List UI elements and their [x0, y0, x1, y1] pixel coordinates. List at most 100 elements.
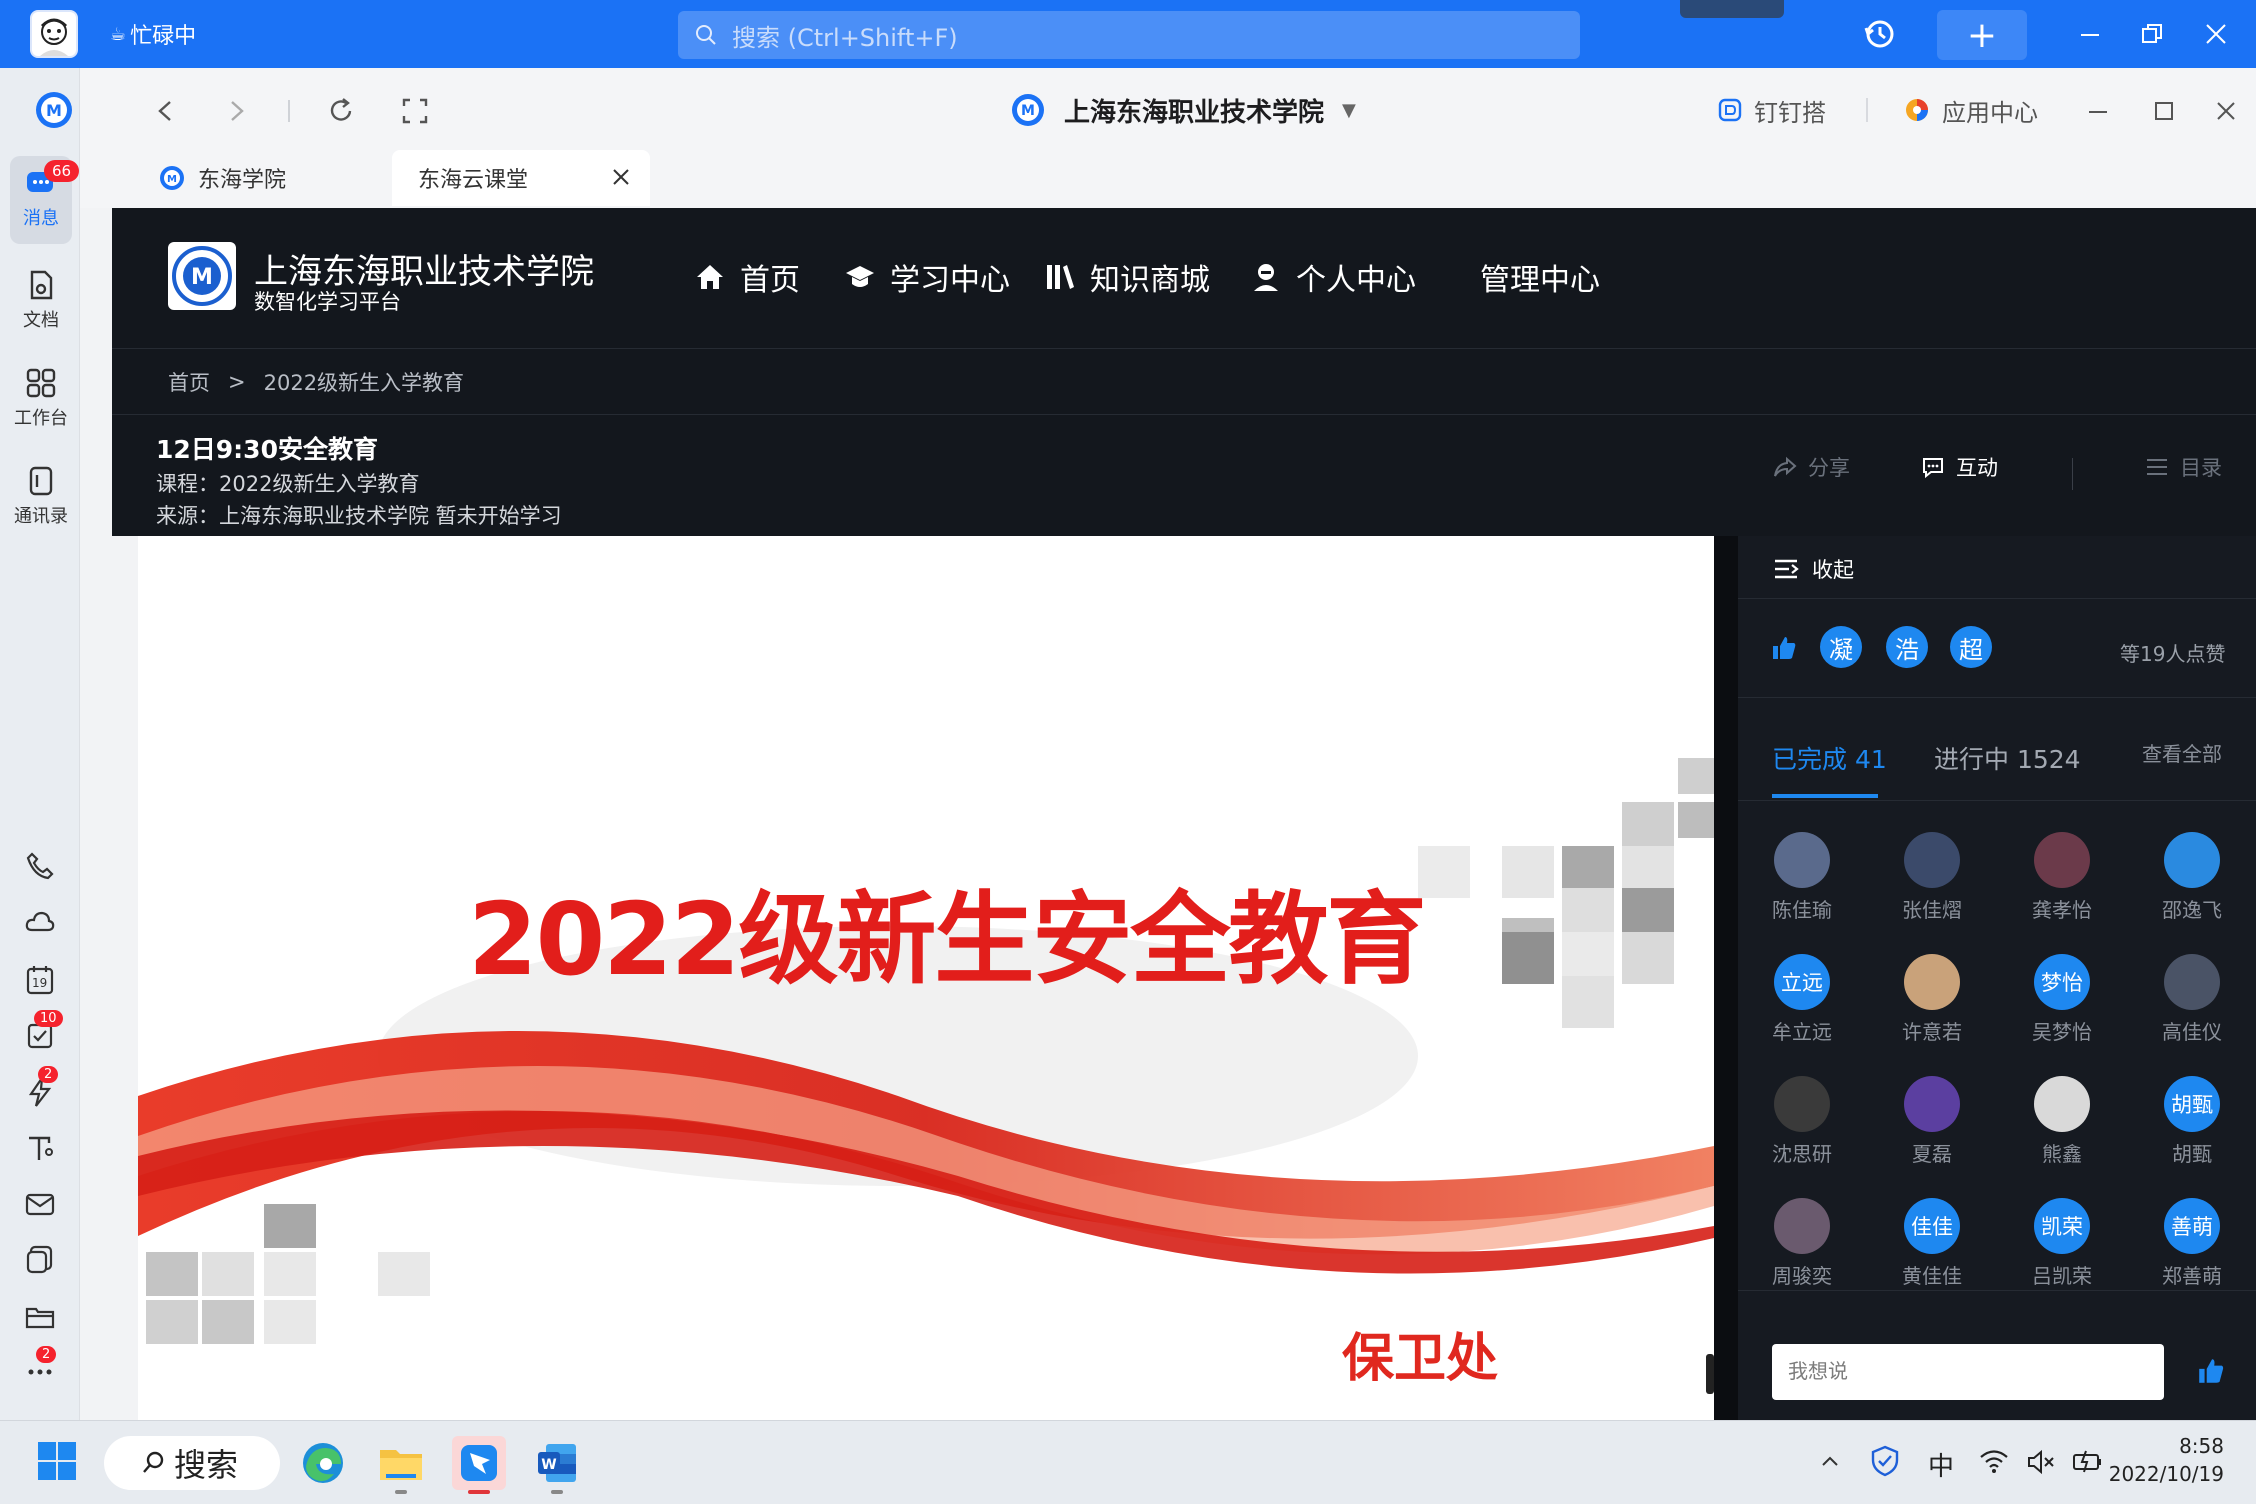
- breadcrumb-home[interactable]: 首页: [168, 367, 210, 397]
- rail-mail[interactable]: [22, 1186, 58, 1222]
- close-icon[interactable]: [608, 164, 634, 190]
- clock-time[interactable]: 8:58: [2120, 1434, 2224, 1458]
- nav-label: 个人中心: [1296, 263, 1416, 298]
- windows-start-icon[interactable]: [36, 1440, 78, 1482]
- back-button[interactable]: [150, 94, 180, 128]
- reload-button[interactable]: [324, 94, 358, 128]
- student-item[interactable]: 陈佳瑜: [1752, 832, 1852, 923]
- student-item[interactable]: 胡甄 胡甄: [2142, 1076, 2242, 1167]
- minimize-button[interactable]: [2082, 96, 2114, 126]
- thumbs-up-icon[interactable]: [2196, 1356, 2226, 1386]
- taskbar-dingtalk[interactable]: [452, 1436, 506, 1490]
- cloud-icon: [25, 911, 55, 932]
- student-item[interactable]: 熊鑫: [2012, 1076, 2112, 1167]
- chevron-up-icon[interactable]: [1818, 1450, 1842, 1474]
- dingda-button[interactable]: 钉钉搭: [1716, 92, 1826, 128]
- history-button[interactable]: [1860, 14, 1900, 54]
- nav-study-center[interactable]: 学习中心: [844, 254, 1010, 300]
- tab-completed[interactable]: 已完成 41: [1772, 740, 1887, 776]
- app-center-button[interactable]: 应用中心: [1904, 92, 2038, 128]
- tab-in-progress[interactable]: 进行中 1524: [1934, 740, 2081, 776]
- student-item[interactable]: 邵逸飞: [2142, 832, 2242, 923]
- forward-button[interactable]: [222, 94, 252, 128]
- taskbar-edge[interactable]: [296, 1436, 350, 1490]
- app-minimize-button[interactable]: [2070, 14, 2110, 54]
- tab-donghai-college[interactable]: M 东海学院: [132, 150, 390, 206]
- interact-button[interactable]: 互动: [1920, 452, 1998, 482]
- share-button[interactable]: 分享: [1772, 452, 1850, 482]
- student-item[interactable]: 高佳仪: [2142, 954, 2242, 1045]
- rail-contacts-label: 通讯录: [14, 506, 68, 527]
- nav-personal-center[interactable]: 个人中心: [1250, 254, 1416, 300]
- org-switcher[interactable]: M ▼: [34, 90, 89, 134]
- fullscreen-button[interactable]: [398, 94, 432, 128]
- student-item[interactable]: 张佳熠: [1882, 832, 1982, 923]
- student-item[interactable]: 凯荣 吕凯荣: [2012, 1198, 2112, 1289]
- rail-docs[interactable]: 文档: [10, 268, 72, 332]
- student-avatar: [1904, 832, 1960, 888]
- grid-divider: [1738, 1290, 2256, 1291]
- list-icon: [2147, 459, 2167, 475]
- taskbar-search[interactable]: 搜索: [104, 1436, 280, 1490]
- student-item[interactable]: 佳佳 黄佳佳: [1882, 1198, 1982, 1289]
- student-item[interactable]: 周骏奕: [1752, 1198, 1852, 1289]
- clock-date[interactable]: 2022/10/19: [2108, 1462, 2224, 1486]
- rail-phone[interactable]: [22, 848, 58, 884]
- maximize-button[interactable]: [2148, 96, 2180, 126]
- view-all-link[interactable]: 查看全部: [2142, 738, 2222, 767]
- comment-input[interactable]: [1772, 1344, 2164, 1400]
- student-item[interactable]: 沈思研: [1752, 1076, 1852, 1167]
- rail-text-tool[interactable]: [22, 1130, 58, 1166]
- toc-button[interactable]: 目录: [2144, 452, 2222, 482]
- rail-cloud[interactable]: [22, 904, 58, 940]
- fullscreen-icon: [402, 98, 428, 124]
- rail-contacts[interactable]: 通讯录: [10, 464, 72, 528]
- rail-todo[interactable]: 10: [22, 1010, 63, 1054]
- liker-avatar[interactable]: 浩: [1886, 626, 1928, 668]
- thumbs-up-icon[interactable]: [1770, 634, 1798, 662]
- rail-flash[interactable]: 2: [22, 1066, 59, 1110]
- shield-icon[interactable]: [1868, 1444, 1902, 1478]
- liker-avatar[interactable]: 超: [1950, 626, 1992, 668]
- collapse-button[interactable]: 收起: [1772, 554, 1854, 584]
- rail-calendar[interactable]: 19: [22, 962, 58, 998]
- student-item[interactable]: 龚孝怡: [2012, 832, 2112, 923]
- battery-charging-icon[interactable]: [2070, 1446, 2104, 1476]
- student-item[interactable]: 立远 牟立远: [1752, 954, 1852, 1045]
- close-icon: [2206, 24, 2226, 44]
- status-label[interactable]: ☕ 忙碌中: [110, 18, 196, 50]
- input-method-indicator[interactable]: 中: [1928, 1446, 1954, 1483]
- nav-home[interactable]: 首页: [694, 254, 800, 300]
- comment-icon: [1923, 458, 1943, 479]
- close-button[interactable]: [2210, 96, 2242, 126]
- volume-muted-icon[interactable]: [2026, 1448, 2056, 1476]
- taskbar-file-explorer[interactable]: [374, 1436, 428, 1490]
- rail-messages[interactable]: 消息 66: [10, 156, 80, 244]
- app-close-button[interactable]: [2196, 14, 2236, 54]
- page-title[interactable]: M 上海东海职业技术学院 ▼: [1010, 88, 1356, 132]
- student-item[interactable]: 梦怡 吴梦怡: [2012, 954, 2112, 1045]
- rail-more[interactable]: 2: [22, 1346, 58, 1386]
- text-tool-icon: [29, 1136, 53, 1160]
- tab-donghai-cloud-classroom[interactable]: 东海云课堂: [392, 150, 650, 206]
- student-name: 龚孝怡: [2032, 898, 2092, 922]
- rail-notes[interactable]: [22, 1242, 58, 1278]
- app-restore-button[interactable]: [2132, 14, 2172, 54]
- rail-folder[interactable]: [22, 1298, 58, 1334]
- breadcrumb-separator: >: [228, 369, 246, 394]
- nav-admin-center[interactable]: 管理中心: [1480, 254, 1600, 300]
- taskbar-word[interactable]: W: [530, 1436, 584, 1490]
- rail-workbench[interactable]: 工作台: [10, 366, 72, 430]
- user-avatar[interactable]: [30, 10, 78, 58]
- panel-resize-handle[interactable]: [1706, 1354, 1714, 1394]
- school-logo[interactable]: M: [168, 242, 236, 310]
- create-button[interactable]: +: [1937, 10, 2027, 60]
- nav-knowledge-store[interactable]: 知识商城: [1044, 254, 1210, 300]
- wifi-icon[interactable]: [1978, 1446, 2010, 1476]
- student-item[interactable]: 夏磊: [1882, 1076, 1982, 1167]
- window-drag-handle[interactable]: [1680, 0, 1784, 18]
- liker-avatar[interactable]: 凝: [1820, 626, 1862, 668]
- global-search-bar[interactable]: 搜索 (Ctrl+Shift+F): [678, 11, 1580, 59]
- student-item[interactable]: 许意若: [1882, 954, 1982, 1045]
- student-item[interactable]: 善萌 郑善萌: [2142, 1198, 2242, 1289]
